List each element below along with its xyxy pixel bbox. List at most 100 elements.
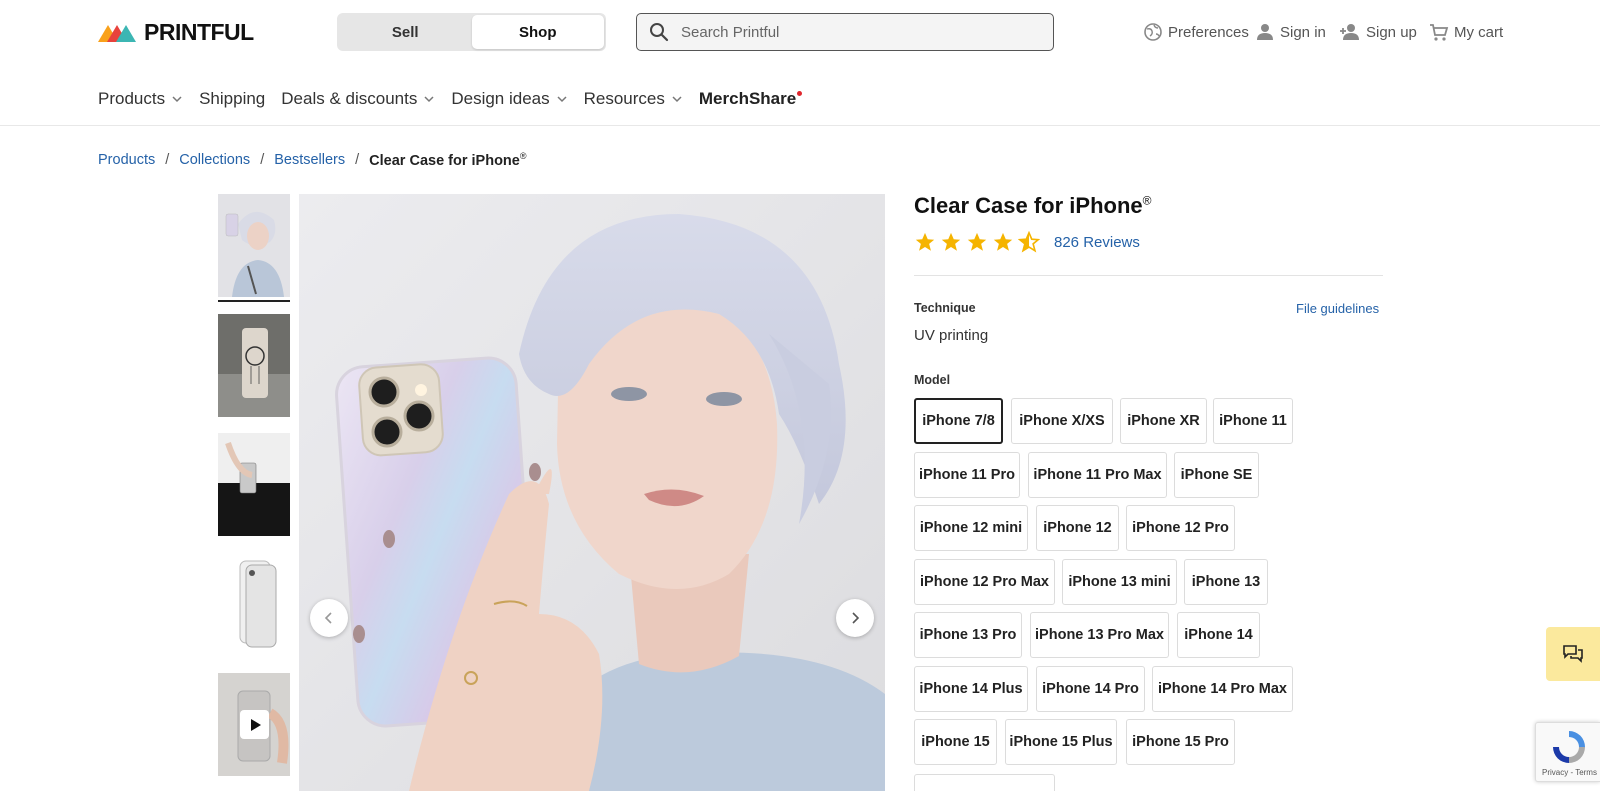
thumbnail-pocket-image (218, 433, 290, 536)
nav-products[interactable]: Products (98, 89, 183, 109)
nav-shipping[interactable]: Shipping (199, 89, 265, 109)
chevron-down-icon (557, 96, 567, 103)
globe-icon (1144, 23, 1162, 41)
nav-merchshare-label: MerchShare (698, 89, 797, 108)
play-icon (250, 718, 261, 731)
preferences-button[interactable]: Preferences (1143, 20, 1249, 44)
chevron-right-icon (852, 612, 860, 624)
registered-mark: ® (1142, 193, 1152, 208)
chevron-down-icon (672, 96, 682, 103)
model-option-iphone-15[interactable]: iPhone 15 (914, 719, 997, 765)
breadcrumb-separator: / (355, 151, 360, 168)
shop-toggle-button[interactable]: Shop (471, 15, 604, 49)
sell-shop-toggle: Sell Shop (337, 13, 606, 51)
breadcrumb: Products / Collections / Bestsellers / C… (98, 151, 527, 169)
model-option-iphone-11-pro-max[interactable]: iPhone 11 Pro Max (1028, 452, 1167, 498)
nav-divider (0, 125, 1600, 126)
product-rating: 826 Reviews (914, 231, 1140, 253)
model-option-iphone-7-8[interactable]: iPhone 7/8 (914, 398, 1003, 444)
model-option-iphone-14-plus[interactable]: iPhone 14 Plus (914, 666, 1028, 712)
cart-button[interactable]: My cart (1429, 20, 1503, 44)
user-icon (1257, 24, 1273, 40)
model-option-iphone-13-mini[interactable]: iPhone 13 mini (1062, 559, 1177, 605)
thumbnail-3[interactable] (218, 433, 290, 536)
nav-shipping-label: Shipping (199, 89, 266, 108)
search-icon (650, 23, 669, 42)
printful-logo[interactable]: PRINTFUL (98, 20, 254, 44)
thumbnail-case-image (218, 314, 290, 417)
breadcrumb-bestsellers[interactable]: Bestsellers (274, 152, 345, 168)
breadcrumb-current: Clear Case for iPhone® (369, 151, 526, 169)
model-option-iphone-11[interactable]: iPhone 11 (1213, 398, 1293, 444)
chevron-down-icon (172, 96, 182, 103)
file-guidelines-link[interactable]: File guidelines (1296, 301, 1379, 316)
breadcrumb-products[interactable]: Products (98, 152, 155, 168)
search-box (636, 13, 1054, 51)
play-video-button[interactable] (240, 710, 269, 739)
chevron-down-icon (424, 96, 434, 103)
nav-deals[interactable]: Deals & discounts (281, 89, 435, 109)
search-input[interactable] (681, 23, 1021, 41)
registered-mark: ® (519, 151, 527, 161)
sign-up-button[interactable]: Sign up (1339, 20, 1417, 44)
breadcrumb-current-label: Clear Case for iPhone (369, 152, 520, 169)
model-option-iphone-12-mini[interactable]: iPhone 12 mini (914, 505, 1028, 551)
star-half-icon (1018, 231, 1040, 253)
model-option-iphone-13-pro-max[interactable]: iPhone 13 Pro Max (1030, 612, 1169, 658)
model-option-iphone-15-pro[interactable]: iPhone 15 Pro (1126, 719, 1235, 765)
model-option-iphone-se[interactable]: iPhone SE (1174, 452, 1259, 498)
star-full-icon (967, 232, 987, 251)
model-option-iphone-12[interactable]: iPhone 12 (1036, 505, 1119, 551)
thumbnail-model-image (218, 194, 290, 297)
sign-up-label: Sign up (1366, 23, 1417, 41)
model-option-iphone-x-xs[interactable]: iPhone X/XS (1011, 398, 1113, 444)
recaptcha-badge[interactable]: Privacy - Terms (1535, 722, 1600, 782)
model-option-iphone-13[interactable]: iPhone 13 (1184, 559, 1268, 605)
star-full-icon (993, 232, 1013, 251)
thumbnail-1[interactable] (218, 194, 290, 297)
chat-icon (1563, 645, 1583, 663)
model-option-iphone-12-pro-max[interactable]: iPhone 12 Pro Max (914, 559, 1055, 605)
breadcrumb-separator: / (165, 151, 170, 168)
product-title-text: Clear Case for iPhone (914, 193, 1143, 218)
model-option-iphone-13-pro[interactable]: iPhone 13 Pro (914, 612, 1022, 658)
recaptcha-icon (1553, 731, 1585, 763)
logo-text: PRINTFUL (144, 19, 254, 45)
sell-toggle-button[interactable]: Sell (339, 15, 472, 49)
reviews-link[interactable]: 826 Reviews (1054, 234, 1140, 251)
model-option-iphone-xr[interactable]: iPhone XR (1120, 398, 1207, 444)
star-full-icon (941, 232, 961, 251)
sign-in-label: Sign in (1280, 23, 1326, 41)
recaptcha-links: Privacy - Terms (1542, 768, 1597, 777)
model-option-iphone-15-plus[interactable]: iPhone 15 Plus (1005, 719, 1117, 765)
model-option-more[interactable] (914, 774, 1055, 791)
info-divider (914, 275, 1383, 276)
model-option-iphone-11-pro[interactable]: iPhone 11 Pro (914, 452, 1020, 498)
chat-button[interactable] (1546, 627, 1600, 681)
model-option-iphone-14-pro-max[interactable]: iPhone 14 Pro Max (1152, 666, 1293, 712)
technique-value: UV printing (914, 327, 989, 344)
active-thumbnail-indicator (218, 300, 290, 302)
nav-deals-label: Deals & discounts (281, 89, 418, 108)
thumbnail-2[interactable] (218, 314, 290, 417)
breadcrumb-collections[interactable]: Collections (179, 152, 250, 168)
chevron-left-icon (324, 612, 332, 624)
cart-icon (1430, 24, 1449, 41)
nav-merchshare[interactable]: MerchShare (698, 89, 803, 109)
model-option-iphone-14-pro[interactable]: iPhone 14 Pro (1036, 666, 1145, 712)
nav-resources[interactable]: Resources (584, 89, 683, 109)
thumbnail-clear-case-image (218, 553, 290, 656)
preferences-label: Preferences (1168, 23, 1249, 41)
model-option-iphone-14[interactable]: iPhone 14 (1177, 612, 1260, 658)
thumbnail-5-video[interactable] (218, 673, 290, 776)
cart-label: My cart (1454, 23, 1504, 41)
sign-in-button[interactable]: Sign in (1255, 20, 1326, 44)
product-title: Clear Case for iPhone® (914, 193, 1151, 219)
model-option-iphone-12-pro[interactable]: iPhone 12 Pro (1126, 505, 1235, 551)
main-nav: Products Shipping Deals & discounts Desi… (98, 84, 818, 114)
thumbnail-4[interactable] (218, 553, 290, 656)
gallery-next-button[interactable] (836, 599, 874, 637)
nav-design-ideas[interactable]: Design ideas (451, 89, 567, 109)
add-user-icon (1340, 24, 1359, 40)
gallery-prev-button[interactable] (310, 599, 348, 637)
